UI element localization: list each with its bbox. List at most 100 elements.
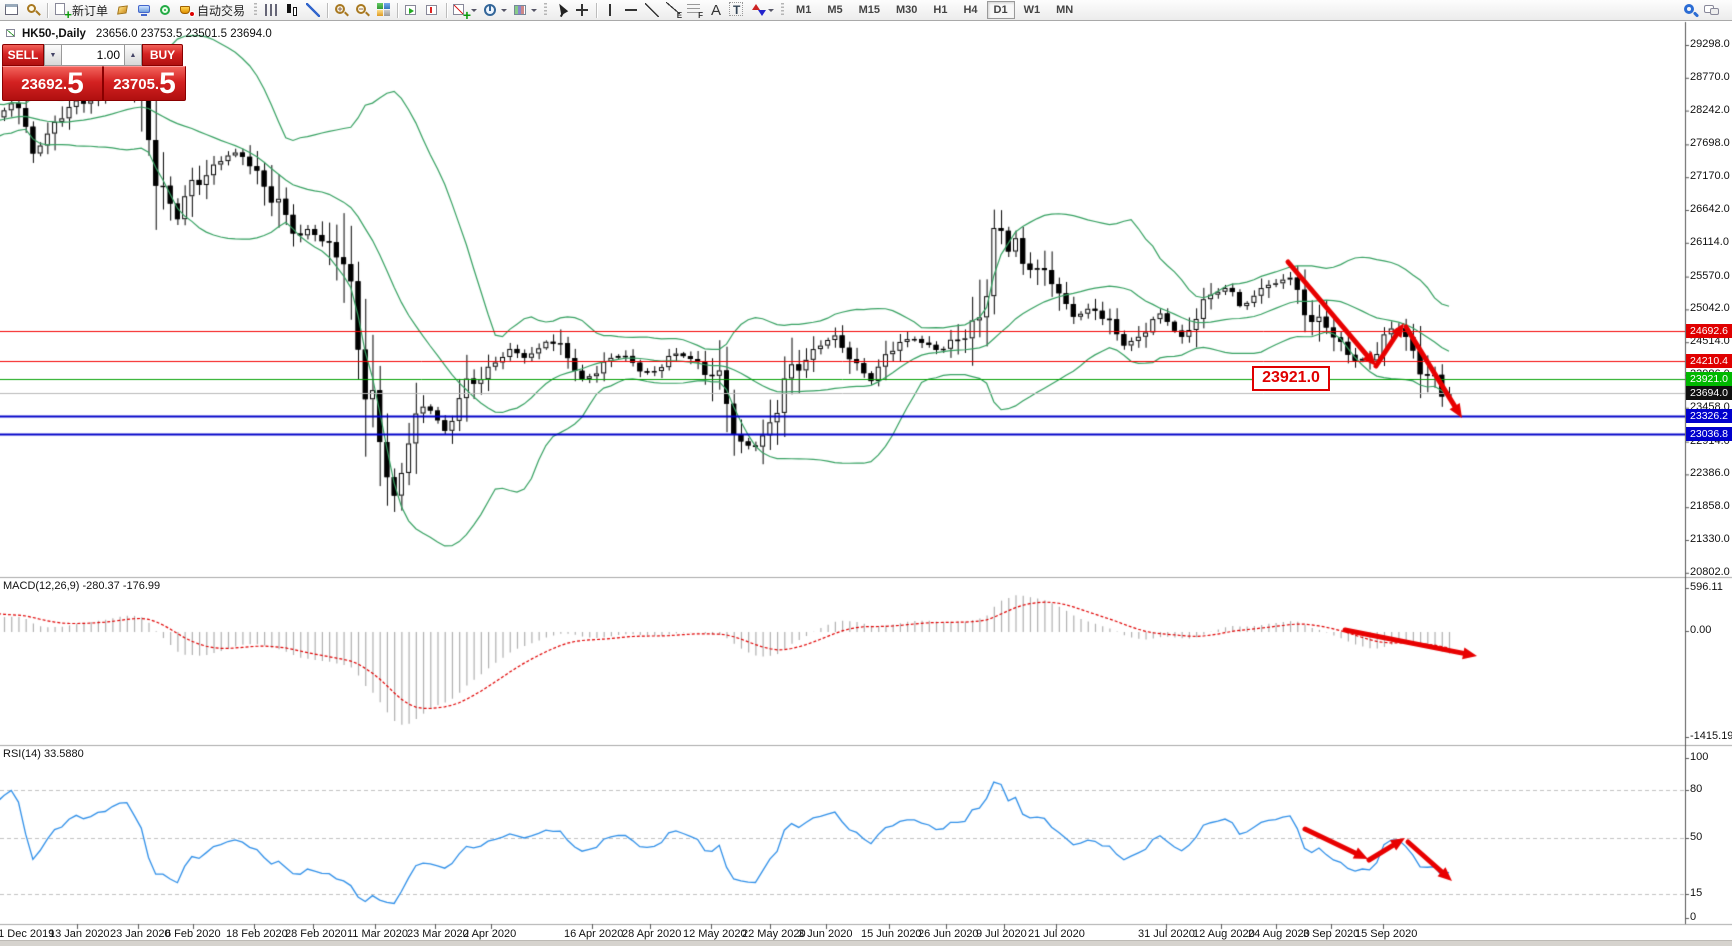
timeframe-h4[interactable]: H4 [956, 1, 984, 19]
templates-button [512, 2, 529, 18]
macd-axis-label: 0.00 [1690, 624, 1712, 636]
zoom-in-icon[interactable] [331, 1, 352, 20]
line-chart-icon [305, 2, 322, 18]
text-icon[interactable] [705, 1, 726, 20]
autotrade-button [178, 2, 196, 18]
bid-pip: 5 [67, 67, 84, 100]
rsi-axis-label: 15 [1690, 887, 1703, 899]
dropdown-arrow-icon[interactable] [501, 9, 508, 15]
signals-icon [157, 2, 174, 18]
chart-canvas[interactable] [0, 0, 1732, 946]
tile-windows-icon[interactable] [373, 1, 394, 20]
volume-input[interactable] [62, 44, 124, 66]
horizontal-line-icon[interactable] [621, 1, 642, 20]
toolbar-separator [446, 2, 448, 18]
current-price-badge: 23694.0 [1686, 386, 1732, 401]
bid-price[interactable]: 23692. 5 [2, 66, 103, 101]
chart-type-icon [5, 26, 22, 42]
toolbar-grip [781, 3, 785, 17]
level-price-badge: 24210.4 [1686, 354, 1732, 369]
quotes-icon [115, 2, 132, 18]
crosshair-icon[interactable] [572, 1, 593, 20]
timeframe-mn[interactable]: MN [1049, 1, 1080, 19]
text-label-icon[interactable] [726, 1, 747, 20]
ohlc-values: 23656.0 23753.5 23501.5 23694.0 [95, 28, 272, 40]
date-axis-label: 18 Feb 2020 [226, 928, 288, 940]
volume-decrease-button[interactable]: ▼ [44, 44, 62, 66]
date-axis-label: 15 Sep 2020 [1355, 928, 1418, 940]
price-axis-label: 28242.0 [1690, 103, 1730, 116]
date-axis-label: 22 May 2020 [742, 928, 806, 940]
price-axis-label: 26114.0 [1690, 235, 1729, 248]
date-axis-label: 6 Feb 2020 [165, 928, 221, 940]
equidistant-channel-icon[interactable] [663, 1, 684, 20]
chat-icon[interactable] [1701, 1, 1722, 20]
line-chart-icon[interactable] [303, 1, 324, 20]
rsi-axis-label: 0 [1690, 911, 1697, 923]
date-axis-label: 12 May 2020 [683, 928, 747, 940]
timeframe-d1[interactable]: D1 [986, 1, 1015, 19]
toolbar-separator [327, 2, 329, 18]
timeframe-m30[interactable]: M30 [889, 1, 924, 19]
date-axis-label: 24 Aug 2020 [1248, 928, 1310, 940]
dropdown-arrow-icon[interactable] [768, 9, 775, 15]
indicators-button[interactable] [450, 1, 480, 21]
bar-chart-icon[interactable] [261, 1, 282, 20]
macd-axis-label: 596.11 [1690, 581, 1723, 593]
price-axis-label: 26642.0 [1690, 203, 1730, 215]
price-axis-label: 22386.0 [1690, 467, 1730, 480]
toolbar-grip [254, 3, 258, 17]
date-axis-label: 21 Jul 2020 [1028, 928, 1085, 940]
price-axis-label: 27698.0 [1690, 137, 1730, 150]
terminal-icon[interactable] [134, 1, 155, 20]
date-axis-label: 9 Jul 2020 [976, 928, 1027, 940]
arrows-icon[interactable] [747, 1, 777, 20]
search-icon[interactable] [1680, 1, 1701, 20]
cursor-icon [553, 2, 570, 18]
new-chart-icon[interactable] [2, 1, 23, 20]
chart-shift-icon[interactable] [422, 1, 443, 20]
ask-price[interactable]: 23705. 5 [103, 66, 186, 101]
price-annotation-box[interactable]: 23921.0 [1252, 366, 1330, 391]
price-axis-label: 29298.0 [1690, 38, 1730, 50]
dropdown-arrow-icon[interactable] [531, 9, 538, 15]
candle-chart-icon[interactable] [282, 1, 303, 20]
volume-increase-button[interactable]: ▲ [124, 44, 142, 66]
date-axis-label: 15 Jun 2020 [861, 928, 922, 940]
date-axis-label: 23 Jan 2020 [110, 928, 171, 940]
price-axis-label: 20802.0 [1690, 565, 1730, 578]
profile-charts-icon[interactable] [23, 1, 44, 20]
bid-int: 23692 [21, 76, 63, 93]
date-axis-label: 3 Jun 2020 [798, 928, 853, 940]
fibonacci-icon[interactable] [684, 1, 705, 20]
price-axis-label: 21858.0 [1690, 500, 1730, 513]
buy-button[interactable]: BUY [142, 44, 183, 66]
cursor-icon[interactable] [551, 1, 572, 20]
toolbar: 新订单 自动交易 M1M5M15M30H1H4D1W1MN [0, 0, 1732, 21]
signals-icon[interactable] [155, 1, 176, 20]
timeframe-m5[interactable]: M5 [820, 1, 849, 19]
equidistant-channel-icon [665, 2, 682, 20]
periods-button[interactable] [480, 1, 510, 20]
auto-scroll-icon[interactable] [401, 1, 422, 20]
vertical-line-icon[interactable] [600, 1, 621, 20]
price-axis-label: 21330.0 [1690, 533, 1730, 545]
timeframe-m15[interactable]: M15 [852, 1, 887, 19]
new-order-button[interactable]: 新订单 [51, 1, 113, 20]
autotrade-button[interactable]: 自动交易 [176, 1, 250, 20]
timeframe-h1[interactable]: H1 [926, 1, 954, 19]
new-order-button-label: 新订单 [72, 3, 109, 18]
timeframe-m1[interactable]: M1 [789, 1, 818, 19]
timeframe-w1[interactable]: W1 [1017, 1, 1048, 19]
new-chart-icon [4, 2, 21, 18]
dropdown-arrow-icon[interactable] [471, 9, 478, 15]
macd-indicator-label: MACD(12,26,9) -280.37 -176.99 [3, 580, 161, 592]
level-price-badge: 23326.2 [1686, 409, 1732, 424]
zoom-out-icon[interactable] [352, 1, 373, 20]
chart-shift-icon [424, 2, 441, 18]
templates-button[interactable] [510, 1, 540, 20]
sell-button[interactable]: SELL [2, 44, 44, 66]
quotes-icon[interactable] [113, 1, 134, 20]
trendline-icon[interactable] [642, 1, 663, 20]
trendline-icon [644, 2, 661, 18]
